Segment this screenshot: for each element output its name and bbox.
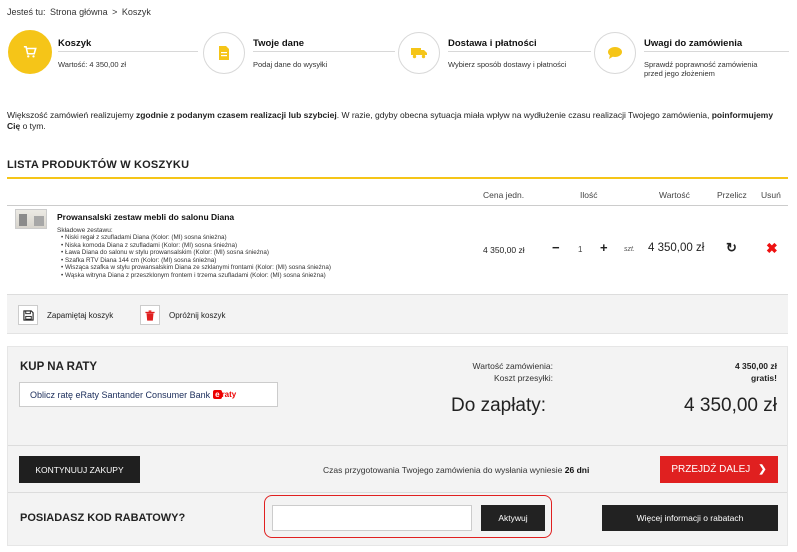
calculate-installment-button[interactable]: Oblicz ratę eRaty Santander Consumer Ban… [19,382,278,407]
step-delivery-divider [448,51,591,52]
step-your-data-title: Twoje dane [253,38,305,49]
qty-unit: szt. [624,246,635,253]
clear-cart-label: Opróżnij koszyk [169,310,226,320]
step-cart[interactable]: Koszyk Wartość: 4 350,00 zł [8,30,198,92]
title-underline [7,177,788,179]
cart-actions-bar: Zapamiętaj koszyk Opróżnij koszyk [7,295,788,334]
product-components-label: Składowe zestawu: [57,227,113,234]
order-value-label: Wartość zamówienia: [472,361,553,371]
order-info-text: Większość zamówień realizujemy zgodnie z… [7,110,787,132]
shipping-label: Koszt przesyłki: [493,373,553,383]
document-icon [219,46,229,60]
shipping-value: gratis! [751,373,777,383]
step-notes-title: Uwagi do zamówienia [644,38,743,49]
breadcrumb: Jesteś tu: Strona główna > Koszyk [7,7,153,17]
step-notes-sub-line1: Sprawdź poprawność zamówienia [644,60,758,69]
col-unit-price: Cena jedn. [483,190,525,200]
proceed-label: PRZEJDŹ DALEJ [671,464,751,475]
apply-coupon-button[interactable]: Aktywuj [481,505,545,531]
installments-title: KUP NA RATY [20,361,98,373]
recalculate-icon[interactable]: ↻ [726,240,737,256]
header-divider [7,205,788,206]
step-notes-circle [594,32,636,74]
qty-value[interactable]: 1 [578,245,582,254]
qty-decrease-button[interactable]: − [552,240,560,255]
prep-days: 26 dni [564,465,590,475]
info-bold1: zgodnie z podanym czasem realizacji lub … [135,110,337,120]
cart-icon [23,45,37,58]
step-cart-title: Koszyk [58,38,92,49]
proceed-button[interactable]: PRZEJDŹ DALEJ ❯ [660,456,778,483]
step-cart-circle [8,30,52,74]
col-recalc: Przelicz [717,190,747,200]
product-component: Szafka RTV Diana 144 cm (Kolor: (MI) sos… [61,257,331,265]
step-notes-divider [644,51,789,52]
step-your-data-circle [203,32,245,74]
product-unit-price: 4 350,00 zł [483,245,525,255]
product-component: Ława Diana do salonu w stylu prowansalsk… [61,249,331,257]
step-notes-sub-line2: przed jego złożeniem [644,69,715,78]
truck-icon [411,48,427,59]
remove-item-icon[interactable]: ✖ [766,240,778,257]
info-part2: . W razie, gdyby obecna sytuacja miała w… [336,110,712,120]
step-your-data[interactable]: Twoje dane Podaj dane do wysyłki [203,32,395,92]
step-your-data-sub: Podaj dane do wysyłki [253,60,328,69]
eraty-logo: e raty [213,390,236,399]
step-cart-sub: Wartość: 4 350,00 zł [58,60,127,69]
save-cart-label: Zapamiętaj koszyk [47,310,114,320]
breadcrumb-separator: > [112,7,118,17]
breadcrumb-home-link[interactable]: Strona główna [50,7,108,17]
col-value: Wartość [659,190,690,200]
product-component: Niski regał z szufladami Diana (Kolor: (… [61,234,331,242]
summary-divider-2 [8,492,787,493]
product-component: Wąska witryna Diana z przeszklonym front… [61,272,331,280]
step-delivery-sub: Wybierz sposób dostawy i płatności [448,60,567,69]
order-value: 4 350,00 zł [734,361,777,371]
floppy-disk-icon [18,305,38,325]
coupon-code-input[interactable] [272,505,472,531]
summary-divider-1 [8,445,787,446]
product-component: Niska komoda Diana z szufladami (Kolor: … [61,242,331,250]
discount-info-button[interactable]: Więcej informacji o rabatach [602,505,778,531]
cart-list-title: LISTA PRODUKTÓW W KOSZYKU [7,159,190,171]
step-your-data-divider [253,51,395,52]
step-delivery-title: Dostawa i płatności [448,38,537,49]
step-cart-divider [58,51,198,52]
preparation-time-text: Czas przygotowania Twojego zamówienia do… [323,465,589,475]
chevron-right-icon: ❯ [758,464,767,475]
info-part3: o tym. [20,121,46,131]
clear-cart-button[interactable]: Opróżnij koszyk [140,305,225,325]
speech-bubble-icon [608,47,622,59]
order-summary-panel: KUP NA RATY Oblicz ratę eRaty Santander … [7,346,788,546]
step-order-notes[interactable]: Uwagi do zamówienia Sprawdź poprawność z… [594,32,789,92]
product-component: Wisząca szafka w stylu prowansalskim Dia… [61,264,331,272]
breadcrumb-prefix: Jesteś tu: [7,7,46,17]
checkout-steps: Koszyk Wartość: 4 350,00 zł Twoje dane P… [0,28,797,98]
col-quantity: Ilość [580,190,598,200]
save-cart-button[interactable]: Zapamiętaj koszyk [18,305,113,325]
product-total-value: 4 350,00 zł [648,242,705,254]
col-remove: Usuń [761,190,781,200]
product-components-list: Niski regał z szufladami Diana (Kolor: (… [61,234,331,280]
breadcrumb-current: Koszyk [121,7,151,17]
info-part1: Większość zamówień realizujemy [7,110,136,120]
to-pay-label: Do zapłaty: [451,395,547,416]
coupon-title: POSIADASZ KOD RABATOWY? [20,512,186,524]
trash-icon [140,305,160,325]
prep-text: Czas przygotowania Twojego zamówienia do… [323,465,563,475]
step-delivery-payment[interactable]: Dostawa i płatności Wybierz sposób dosta… [398,32,591,92]
continue-shopping-button[interactable]: KONTYNUUJ ZAKUPY [19,456,140,483]
eraty-logo-e: e [213,390,222,399]
to-pay-value: 4 350,00 zł [684,395,777,416]
product-thumbnail[interactable] [15,209,47,229]
installment-button-label: Oblicz ratę eRaty Santander Consumer Ban… [30,389,211,400]
qty-increase-button[interactable]: + [600,240,608,255]
eraty-logo-text: raty [221,390,237,399]
product-name-link[interactable]: Prowansalski zestaw mebli do salonu Dian… [57,212,234,222]
step-delivery-circle [398,32,440,74]
